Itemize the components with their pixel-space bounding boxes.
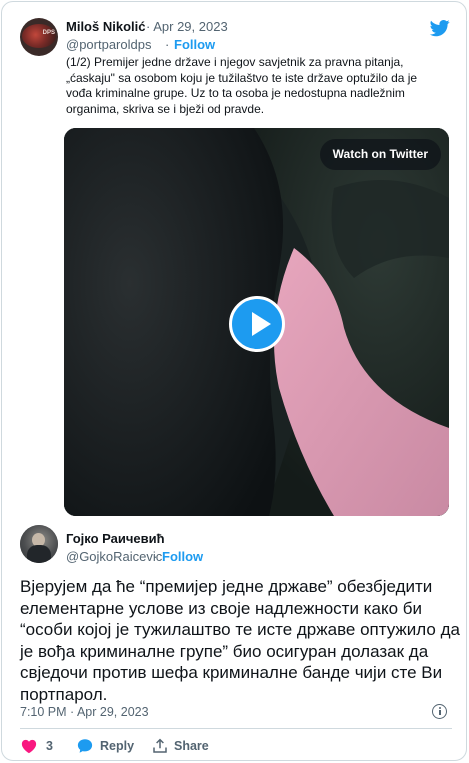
like-count: 3 — [46, 739, 53, 753]
author-name[interactable]: Miloš Nikolić — [66, 19, 145, 34]
video-player[interactable]: Watch on Twitter — [64, 128, 449, 516]
watch-on-twitter-button[interactable]: Watch on Twitter — [319, 139, 441, 170]
share-button[interactable]: Share — [151, 737, 215, 755]
avatar-logo-text: DPS — [42, 30, 55, 36]
like-button[interactable]: 3 — [20, 737, 60, 755]
tweet-timestamp[interactable]: 7:10 PM · Apr 29, 2023 — [20, 705, 149, 719]
avatar-body — [27, 545, 51, 563]
author-handle[interactable]: @portparoldps — [66, 37, 151, 52]
tweet-card: DPS Miloš Nikolić · Apr 29, 2023 @portpa… — [1, 1, 467, 761]
separator-dot: · — [165, 37, 170, 52]
avatar[interactable]: DPS — [20, 18, 58, 56]
separator-dot: · — [153, 549, 158, 564]
tweet-text: Вјерујем да ће “премијер једне државе” о… — [20, 577, 460, 704]
follow-button[interactable]: Follow — [162, 549, 203, 564]
reply-icon — [77, 739, 93, 753]
author-handle[interactable]: @GojkoRaicevic — [66, 549, 162, 564]
info-icon[interactable] — [432, 704, 447, 719]
heart-icon — [21, 739, 37, 754]
reply-button[interactable]: Reply — [76, 737, 136, 755]
share-label: Share — [174, 739, 209, 753]
avatar[interactable] — [20, 525, 58, 563]
tweet-date[interactable]: · Apr 29, 2023 — [146, 19, 228, 34]
share-icon — [153, 738, 167, 753]
follow-button[interactable]: Follow — [174, 37, 215, 52]
divider — [20, 728, 452, 729]
tweet-text: (1/2) Premijer jedne države i njegov sav… — [66, 55, 418, 116]
reply-label: Reply — [100, 739, 135, 753]
author-name[interactable]: Гојко Раичевић — [66, 531, 165, 546]
play-icon[interactable] — [229, 296, 285, 352]
twitter-bird-icon[interactable] — [429, 18, 451, 38]
